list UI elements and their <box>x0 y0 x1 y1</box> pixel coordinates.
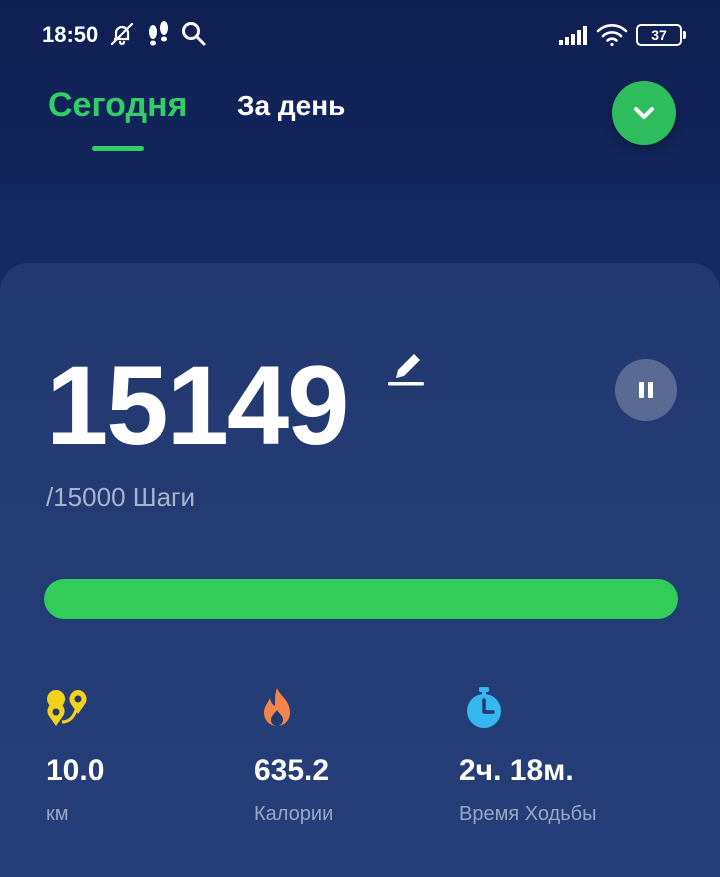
active-tab-indicator <box>92 146 144 151</box>
calories-label: Калории <box>254 803 334 825</box>
stopwatch-icon <box>462 686 506 735</box>
walk-time-label: Время Ходьбы <box>459 803 597 825</box>
pause-icon <box>639 382 653 398</box>
signal-icon <box>558 24 588 51</box>
distance-label: км <box>46 803 69 825</box>
pause-button[interactable] <box>615 359 677 421</box>
bell-off-icon <box>108 20 136 53</box>
steps-count: 15149 <box>46 343 349 468</box>
chevron-down-icon <box>634 107 654 119</box>
dropdown-button[interactable] <box>612 81 676 145</box>
steps-progress-bar <box>44 579 678 619</box>
footsteps-icon <box>146 20 172 53</box>
tab-per-day[interactable]: За день <box>237 90 345 122</box>
distance-value: 10.0 <box>46 754 105 787</box>
tab-today[interactable]: Сегодня <box>48 86 187 125</box>
status-time: 18:50 <box>42 22 99 47</box>
steps-progress-fill <box>44 579 678 619</box>
calories-value: 635.2 <box>254 754 330 787</box>
route-pin-icon <box>44 688 92 737</box>
edit-pencil-icon[interactable] <box>386 350 426 393</box>
search-icon <box>180 20 208 53</box>
flame-icon <box>258 686 296 735</box>
wifi-icon <box>596 22 628 53</box>
battery-indicator: 37 <box>636 24 686 46</box>
status-bar: 18:50 37 <box>0 0 720 70</box>
steps-goal: /15000 Шаги <box>46 482 196 512</box>
walk-time-value: 2ч. 18м. <box>459 754 574 787</box>
